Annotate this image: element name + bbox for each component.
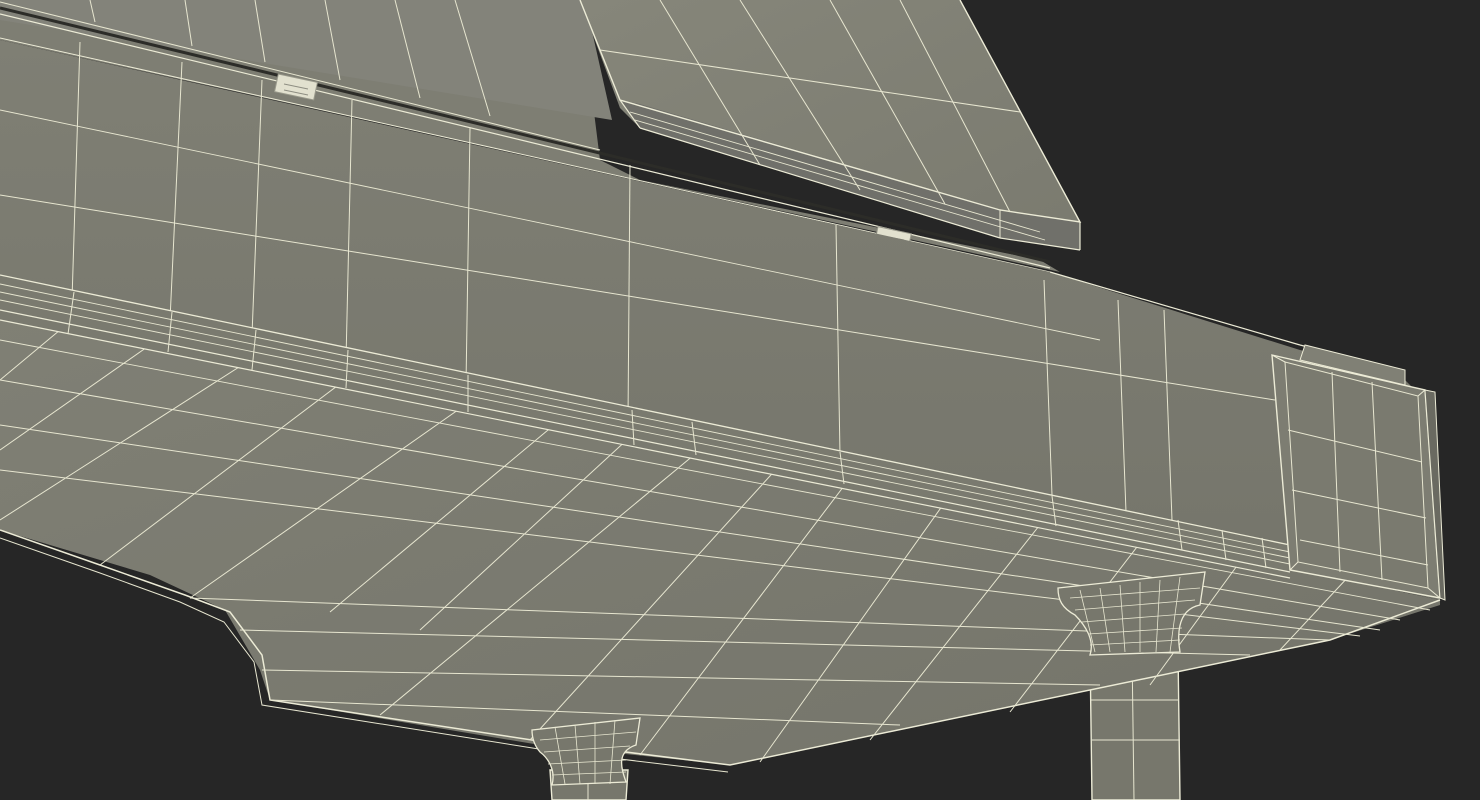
piano-wireframe-render <box>0 0 1480 800</box>
